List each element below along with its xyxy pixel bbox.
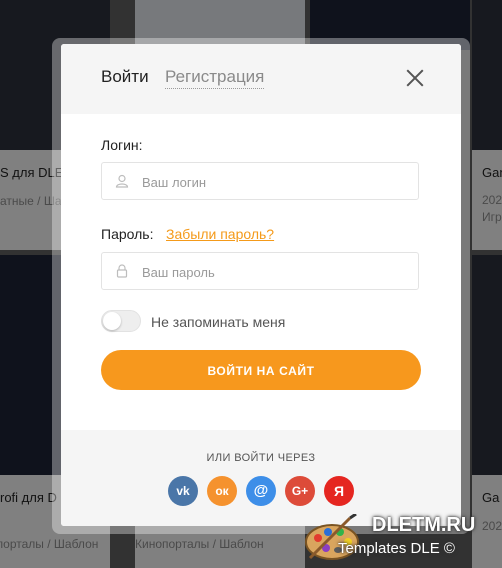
password-field[interactable] [101, 252, 419, 291]
dialog-header: Войти Регистрация [61, 44, 461, 114]
login-dialog: Войти Регистрация Логин: Пароль: Забыли … [61, 44, 461, 526]
yandex-glyph: Я [333, 483, 345, 499]
watermark-subtitle: Templates DLE © [338, 540, 455, 557]
login-label: Логин: [101, 137, 143, 153]
toggle-knob [103, 312, 121, 330]
google-plus-icon[interactable]: G+ [285, 476, 315, 506]
remember-label: Не запоминать меня [151, 314, 286, 330]
google-plus-glyph: G+ [291, 484, 309, 498]
tab-login[interactable]: Войти [101, 67, 149, 87]
remember-toggle[interactable] [101, 310, 141, 332]
login-submit-button[interactable]: ВОЙТИ НА САЙТ [101, 350, 421, 390]
login-field[interactable] [101, 162, 419, 201]
tab-register[interactable]: Регистрация [165, 67, 265, 89]
mail-icon[interactable]: @ [246, 476, 276, 506]
watermark-site: DLETM.RU [372, 514, 476, 536]
password-input[interactable] [140, 253, 414, 291]
login-input[interactable] [140, 163, 414, 201]
close-icon[interactable] [403, 66, 427, 90]
password-label: Пароль: [101, 226, 154, 242]
user-icon [115, 174, 129, 188]
vk-icon[interactable]: vk [168, 476, 198, 506]
ok-glyph: ок [215, 484, 229, 498]
odnoklassniki-icon[interactable]: ок [207, 476, 237, 506]
vk-glyph: vk [176, 484, 190, 498]
social-heading: ИЛИ ВОЙТИ ЧЕРЕЗ [206, 452, 316, 464]
mail-glyph: @ [253, 482, 269, 499]
lock-icon [116, 264, 128, 278]
yandex-icon[interactable]: Я [324, 476, 354, 506]
watermark: DLETM.RU Templates DLE © [300, 510, 500, 566]
forgot-password-link[interactable]: Забыли пароль? [166, 226, 274, 242]
